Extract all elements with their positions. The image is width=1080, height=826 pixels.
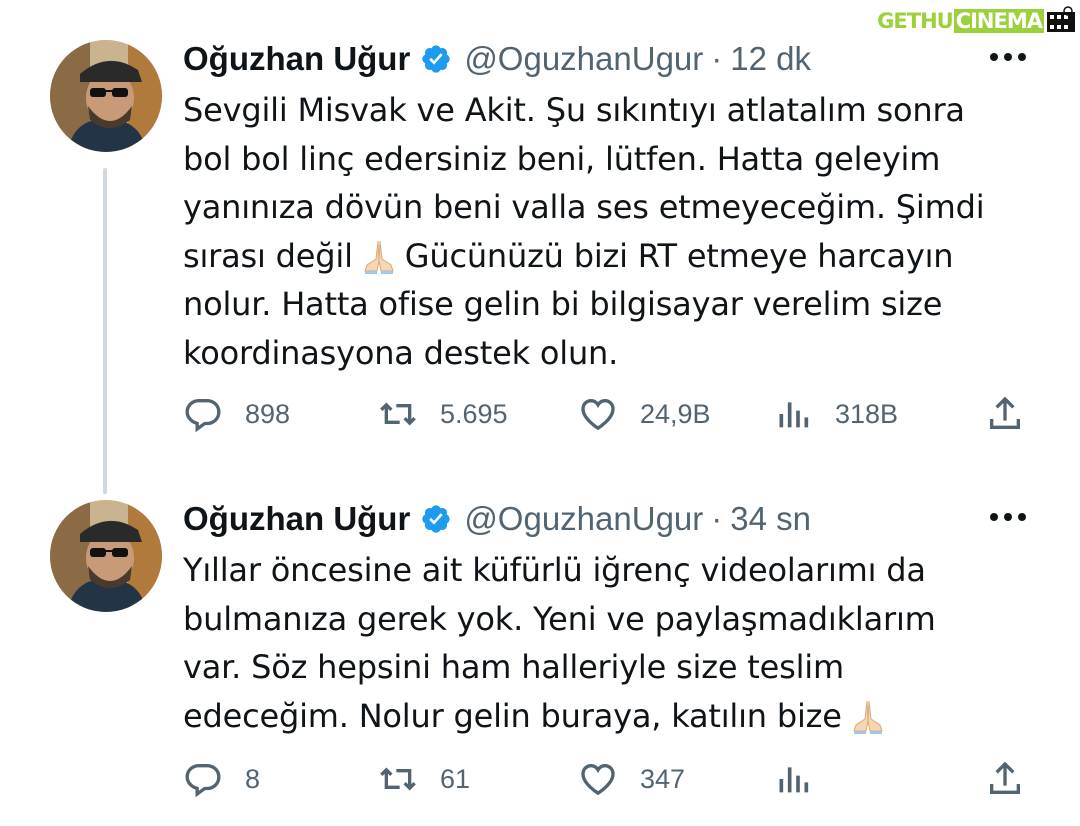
avatar[interactable] — [50, 40, 162, 152]
retweet-button[interactable]: 5.695 — [378, 392, 508, 436]
tweet-timestamp[interactable]: 34 sn — [730, 500, 811, 538]
like-count: 347 — [640, 763, 686, 794]
tweet-timestamp[interactable]: 12 dk — [730, 40, 811, 78]
retweet-button[interactable]: 61 — [378, 757, 470, 801]
folded-hands-icon — [853, 700, 883, 734]
thread-connector-line — [103, 168, 107, 494]
retweet-icon — [380, 767, 416, 791]
share-icon — [990, 396, 1020, 429]
author-handle[interactable]: @OguzhanUgur — [464, 40, 703, 78]
views-button[interactable] — [773, 757, 813, 801]
watermark-text-2: CINEMA — [953, 9, 1044, 33]
retweet-count: 5.695 — [440, 398, 508, 429]
verified-badge-icon — [422, 505, 450, 533]
reply-icon — [185, 764, 221, 798]
views-chart-icon — [779, 402, 809, 428]
views-count: 318B — [835, 398, 899, 429]
heart-icon — [581, 763, 615, 796]
tweet-header: Oğuzhan Uğur @OguzhanUgur · 34 sn — [183, 496, 811, 542]
tweet-header: Oğuzhan Uğur @OguzhanUgur · 12 dk — [183, 36, 811, 82]
watermark-logo: GETHU CINEMA — [877, 4, 1076, 38]
separator-dot: · — [711, 40, 723, 77]
tweet-actions: 898 5.695 24,9B 318B — [183, 392, 1043, 436]
reply-count: 898 — [245, 398, 291, 429]
separator-dot: · — [711, 500, 723, 537]
tweet-actions: 8 61 347 — [183, 757, 1043, 801]
avatar-photo — [50, 500, 162, 612]
reply-icon — [185, 399, 221, 433]
film-strip-icon — [1047, 6, 1075, 32]
heart-icon — [581, 398, 615, 431]
views-chart-icon — [779, 767, 809, 793]
more-options-icon[interactable] — [988, 50, 1028, 64]
retweet-icon — [380, 402, 416, 426]
author-name[interactable]: Oğuzhan Uğur — [183, 500, 410, 538]
like-button[interactable]: 24,9B — [578, 392, 711, 436]
like-count: 24,9B — [640, 398, 711, 429]
like-button[interactable]: 347 — [578, 757, 685, 801]
avatar-photo — [50, 40, 162, 152]
tweet-text-part1: Yıllar öncesine ait küfürlü iğrenç video… — [183, 551, 936, 735]
share-icon — [990, 761, 1020, 794]
avatar[interactable] — [50, 500, 162, 612]
retweet-count: 61 — [440, 763, 471, 794]
views-button[interactable]: 318B — [773, 392, 898, 436]
watermark-text-1: GETHU — [877, 9, 954, 33]
share-button[interactable] — [985, 392, 1025, 436]
folded-hands-icon — [364, 240, 394, 274]
tweet-text: Yıllar öncesine ait küfürlü iğrenç video… — [183, 546, 1043, 740]
author-handle[interactable]: @OguzhanUgur — [464, 500, 703, 538]
more-options-icon[interactable] — [988, 510, 1028, 524]
verified-badge-icon — [422, 45, 450, 73]
tweet-text: Sevgili Misvak ve Akit. Şu sıkıntıyı atl… — [183, 86, 1043, 377]
reply-button[interactable]: 898 — [183, 392, 290, 436]
share-button[interactable] — [985, 757, 1025, 801]
reply-button[interactable]: 8 — [183, 757, 260, 801]
reply-count: 8 — [245, 763, 261, 794]
author-name[interactable]: Oğuzhan Uğur — [183, 40, 410, 78]
